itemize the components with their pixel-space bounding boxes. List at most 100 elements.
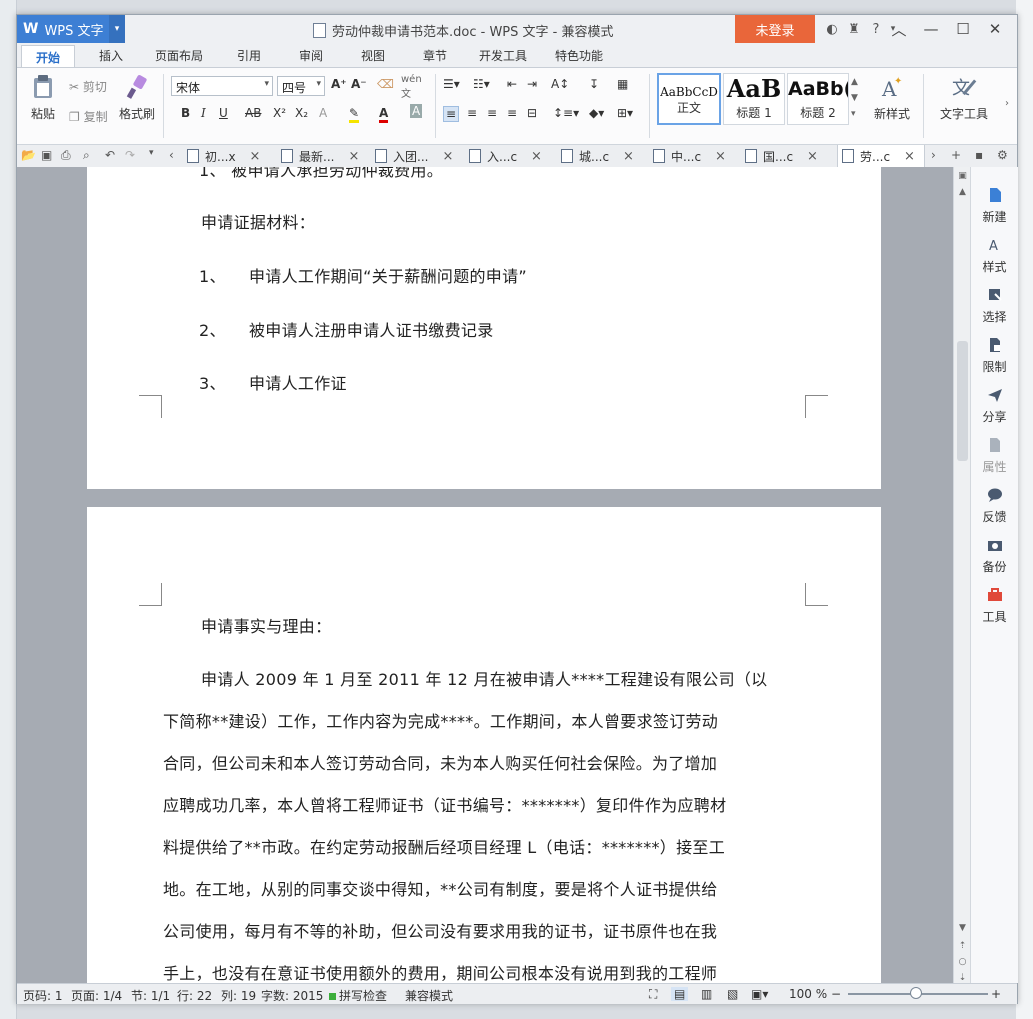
copy-button[interactable]: ❐ 复制	[69, 108, 108, 125]
outline-view-icon[interactable]: ▥	[701, 987, 712, 1001]
doc-tab[interactable]: 最新... ×	[281, 145, 369, 167]
tab-section[interactable]: 章节	[423, 47, 447, 64]
sidepanel-new[interactable]: 新建	[971, 187, 1018, 225]
tab-page-layout[interactable]: 页面布局	[155, 47, 203, 64]
chevron-down-icon[interactable]: ▾	[109, 15, 125, 43]
font-color-icon[interactable]: A	[379, 106, 389, 123]
zoom-in-icon[interactable]: +	[991, 987, 1001, 1001]
login-button[interactable]: 未登录	[735, 15, 815, 43]
sidepanel-feedback[interactable]: 反馈	[971, 487, 1018, 525]
font-name-select[interactable]: 宋体	[171, 76, 273, 96]
vertical-scrollbar[interactable]: ▣ ▲ ▼ ⇡ ○ ⇣	[953, 167, 971, 983]
sidepanel-styles[interactable]: A 样式	[971, 237, 1018, 275]
close-tab-icon[interactable]: ×	[250, 149, 261, 164]
reading-view-icon[interactable]: ▣▾	[751, 987, 768, 1001]
close-tab-icon[interactable]: ×	[623, 149, 634, 164]
sidepanel-share[interactable]: 分享	[971, 387, 1018, 425]
tab-review[interactable]: 审阅	[299, 47, 323, 64]
close-tab-icon[interactable]: ×	[442, 149, 453, 164]
cut-button[interactable]: ✂ 剪切	[69, 78, 107, 95]
close-tab-icon[interactable]: ×	[348, 149, 359, 164]
styles-scroll[interactable]: ▲ ▼ ▾	[851, 74, 858, 122]
bullet-list-icon[interactable]: ☰▾	[443, 77, 460, 91]
close-tab-icon[interactable]: ×	[715, 149, 726, 164]
strikethrough-icon[interactable]: AB	[245, 106, 261, 120]
close-tab-icon[interactable]: ×	[531, 149, 542, 164]
border-icon[interactable]: ⊞▾	[617, 106, 633, 120]
minimize-button[interactable]: —	[915, 20, 947, 38]
doc-tab-active[interactable]: 劳...c ×	[837, 145, 925, 167]
style-heading-2[interactable]: AaBb( 标题 2	[787, 73, 849, 125]
scroll-down-icon[interactable]: ▼	[954, 923, 971, 933]
status-pages[interactable]: 页面: 1/4	[71, 987, 122, 1004]
close-button[interactable]: ✕	[979, 20, 1011, 38]
line-spacing-icon[interactable]: ↕≡▾	[553, 106, 579, 120]
clear-format-icon[interactable]: ⌫	[377, 77, 394, 91]
align-center-icon[interactable]: ≡	[467, 106, 477, 120]
print-preview-icon[interactable]: ⌕	[83, 148, 90, 163]
bold-icon[interactable]: B	[181, 106, 190, 120]
maximize-button[interactable]: ☐	[947, 20, 979, 38]
skin-icon[interactable]: ◐	[821, 22, 843, 37]
status-section[interactable]: 节: 1/1	[131, 987, 170, 1004]
status-page[interactable]: 页码: 1	[23, 987, 63, 1004]
page-view-icon[interactable]: ▤	[671, 987, 689, 1001]
status-col[interactable]: 列: 19	[221, 987, 256, 1004]
document-area[interactable]: 1、 被申请人承担劳动仲裁费用。 申请证据材料： 1、 申请人工作期间“关于薪酬…	[17, 167, 953, 983]
zoom-out-icon[interactable]: −	[831, 987, 841, 1001]
sort-icon[interactable]: ↧	[589, 77, 599, 91]
print-icon[interactable]: ⎙	[61, 148, 71, 163]
tab-list-icon[interactable]: ▪	[975, 148, 983, 162]
text-tools-button[interactable]: 文 文字工具	[929, 74, 999, 122]
new-tab-icon[interactable]: +	[951, 148, 961, 162]
settings-icon[interactable]: ⚙	[997, 148, 1008, 162]
doc-tab[interactable]: 初...x ×	[187, 145, 275, 167]
align-right-icon[interactable]: ≡	[487, 106, 497, 120]
page-2[interactable]: 申请事实与理由： 申请人 2009 年 1 月至 2011 年 12 月在被申请…	[87, 507, 881, 983]
tabs-scroll-right-icon[interactable]: ›	[931, 148, 936, 162]
sidepanel-select[interactable]: 选择	[971, 287, 1018, 325]
quick-access-dropdown-icon[interactable]: ▾	[149, 148, 154, 158]
web-view-icon[interactable]: ▧	[727, 987, 738, 1001]
ribbon-more-icon[interactable]: ›	[1005, 98, 1009, 109]
new-style-button[interactable]: A ✦ 新样式	[865, 74, 919, 122]
app-menu-button[interactable]: W WPS 文字 ▾	[17, 15, 125, 43]
zoom-level[interactable]: 100 %	[789, 987, 827, 1001]
fullscreen-view-icon[interactable]: ⛶	[649, 987, 657, 1002]
format-painter-button[interactable]: 格式刷	[117, 74, 157, 122]
char-shading-icon[interactable]: A	[410, 104, 423, 118]
increase-indent-icon[interactable]: ⇥	[527, 77, 537, 91]
redo-icon[interactable]: ↷	[125, 148, 135, 162]
superscript-icon[interactable]: X²	[273, 106, 286, 120]
underline-icon[interactable]: U	[219, 106, 228, 120]
paste-button[interactable]: 粘贴	[23, 74, 63, 122]
font-size-select[interactable]: 四号	[277, 76, 325, 96]
grow-font-icon[interactable]: A⁺	[331, 77, 347, 91]
italic-icon[interactable]: I	[201, 106, 206, 120]
close-tab-icon[interactable]: ×	[904, 149, 915, 164]
doc-tab[interactable]: 城...c ×	[561, 145, 649, 167]
shirt-icon[interactable]: ♜	[843, 22, 865, 37]
prev-page-icon[interactable]: ⇡	[954, 941, 971, 951]
ruler-toggle-icon[interactable]: ▣	[954, 171, 971, 181]
text-effect-icon[interactable]: A	[319, 106, 327, 120]
sidepanel-backup[interactable]: 备份	[971, 537, 1018, 575]
style-heading-1[interactable]: AaB 标题 1	[723, 73, 785, 125]
numbered-list-icon[interactable]: ☷▾	[473, 77, 490, 91]
phonetic-icon[interactable]: wén 文	[401, 74, 422, 100]
next-page-icon[interactable]: ⇣	[954, 973, 971, 983]
doc-tab[interactable]: 国...c ×	[745, 145, 833, 167]
browse-object-icon[interactable]: ○	[954, 957, 971, 967]
decrease-indent-icon[interactable]: ⇤	[507, 77, 517, 91]
collapse-ribbon-icon[interactable]: ︿	[883, 19, 915, 40]
shrink-font-icon[interactable]: A⁻	[351, 77, 367, 91]
doc-tab[interactable]: 入团... ×	[375, 145, 463, 167]
doc-tab[interactable]: 中...c ×	[653, 145, 741, 167]
status-word-count[interactable]: 字数: 2015	[261, 987, 323, 1004]
tab-insert[interactable]: 插入	[99, 47, 123, 64]
save-icon[interactable]: ▣	[41, 148, 52, 162]
spellcheck-button[interactable]: 拼写检查	[329, 987, 387, 1004]
align-left-icon[interactable]: ≡	[443, 106, 460, 122]
subscript-icon[interactable]: X₂	[295, 106, 308, 120]
doc-tab[interactable]: 入...c ×	[469, 145, 557, 167]
